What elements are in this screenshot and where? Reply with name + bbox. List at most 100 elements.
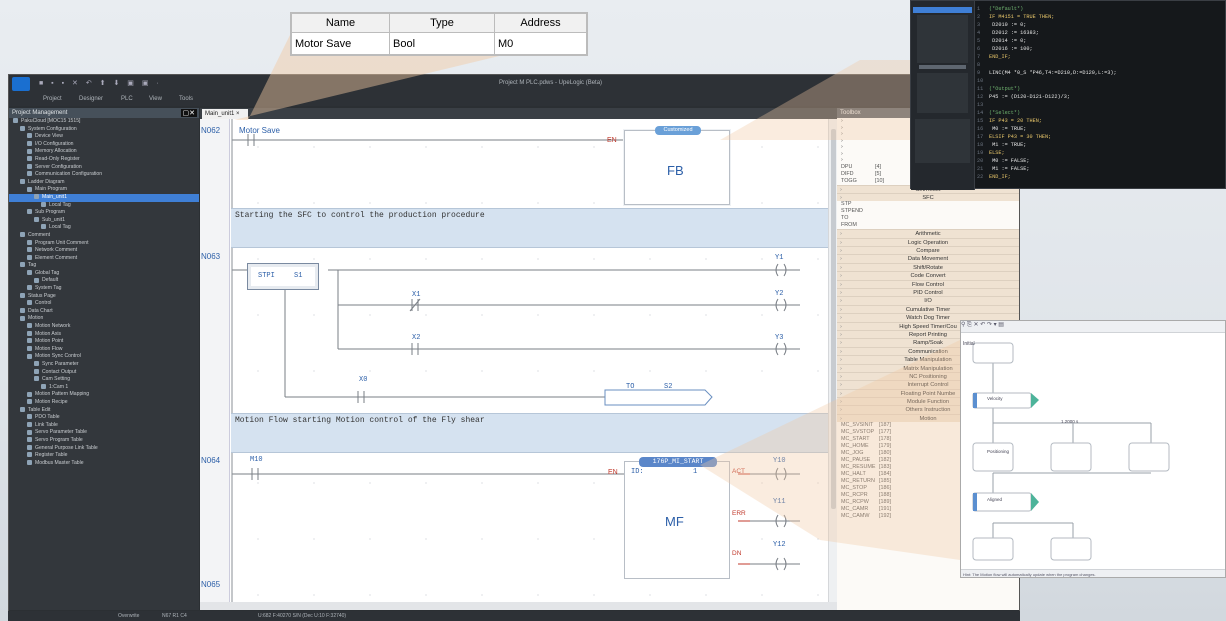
project-tree-item[interactable]: Local Tag [9, 224, 199, 232]
project-tree-item[interactable]: Ladder Diagram [9, 179, 199, 187]
contact-label-motor-save[interactable]: Motor Save [239, 126, 280, 135]
contact-label-x0[interactable]: X0 [359, 376, 367, 384]
project-tree-item[interactable]: Memory Allocation [9, 148, 199, 156]
panel-close-icon[interactable]: ▢✕ [180, 109, 197, 117]
coil-label-y10[interactable]: Y10 [773, 457, 786, 465]
project-tree-item[interactable]: Link Table [9, 422, 199, 430]
project-tree-item[interactable]: 1:Cam 1 [9, 384, 199, 392]
quick-access-toolbar[interactable]: ■ ▪ ▪ ✕ ↶ ⬆ ⬇ ▣ ▣ · [39, 79, 162, 87]
project-tree-item[interactable]: Sub Program [9, 209, 199, 217]
mf-block[interactable]: 176P_MI_START ID: 1 MF [624, 457, 730, 579]
toolbox-sfc-instruction[interactable]: TO [837, 215, 1019, 222]
toolbox-sfc-instruction[interactable]: STP [837, 201, 1019, 208]
tag-address-cell[interactable]: M0 [494, 32, 587, 55]
tag-name-cell[interactable]: Motor Save [291, 32, 390, 55]
instruction-name: MC_HALT [841, 471, 866, 478]
coil-label-y3[interactable]: Y3 [775, 334, 783, 342]
project-tree-item[interactable]: PDO Table [9, 414, 199, 422]
project-tree-item[interactable]: Server Configuration [9, 164, 199, 172]
project-tree-item[interactable]: Main Program [9, 186, 199, 194]
coil-label-y2[interactable]: Y2 [775, 290, 783, 298]
table-row[interactable]: Motor Save Bool M0 [291, 32, 587, 55]
toolbox-category[interactable]: I/O [837, 296, 1019, 306]
project-tree-item[interactable]: Motion Pattern Mapping [9, 391, 199, 399]
project-tree-item[interactable]: System Configuration [9, 126, 199, 134]
project-tree-item[interactable]: Motion Flow [9, 346, 199, 354]
s2-label[interactable]: S2 [664, 383, 672, 391]
menu-designer[interactable]: Designer [79, 96, 103, 102]
sfc-stpi-block[interactable]: STPI S1 [247, 263, 319, 290]
menu-project[interactable]: Project [43, 96, 62, 102]
project-tree-item[interactable]: Sync Parameter [9, 361, 199, 369]
tab-main-unit1[interactable]: Main_unit1 × [202, 109, 248, 119]
project-tree-item[interactable]: Motion Sync Control [9, 353, 199, 361]
project-tree-item[interactable]: Network Comment [9, 247, 199, 255]
toolbox-category[interactable]: Shift/Rotate [837, 262, 1019, 273]
network-comment-1[interactable]: Starting the SFC to control the producti… [231, 208, 828, 248]
project-tree-item[interactable]: Motion Network [9, 323, 199, 331]
code-editor[interactable]: 1 (*Default*) 2 IF M4151 = TRUE THEN; 3 D201… [977, 5, 1225, 181]
project-tree-item[interactable]: Servo Program Table [9, 437, 199, 445]
toolbox-category[interactable]: Data Movement [837, 254, 1019, 264]
editor-horizontal-scrollbar[interactable] [200, 602, 837, 610]
project-tree-item[interactable]: Sub_unit1 [9, 217, 199, 225]
project-tree-item[interactable]: Read-Only Register [9, 156, 199, 164]
project-tree-item[interactable]: Modbus Master Table [9, 460, 199, 468]
menu-plc[interactable]: PLC [121, 96, 133, 102]
project-tree-item[interactable]: Local Tag [9, 202, 199, 210]
scroll-thumb[interactable] [831, 129, 836, 509]
project-tree-item[interactable]: PakuCloud [MOC15 1515] [9, 118, 199, 126]
toolbox-sfc-instruction[interactable]: STPEND [837, 208, 1019, 215]
toolbox-category[interactable]: Cumulative Timer [837, 304, 1019, 315]
project-tree-item[interactable]: Global Tag [9, 270, 199, 278]
project-tree-item[interactable]: I/O Configuration [9, 141, 199, 149]
coil-label-y1[interactable]: Y1 [775, 254, 783, 262]
project-tree-item[interactable]: Communication Configuration [9, 171, 199, 179]
project-tree-item[interactable]: Motion [9, 315, 199, 323]
project-tree-item[interactable]: General Purpose Link Table [9, 445, 199, 453]
project-tree-item[interactable]: Status Page [9, 293, 199, 301]
project-tree-item[interactable]: Program Unit Comment [9, 240, 199, 248]
project-tree-item[interactable]: Device View [9, 133, 199, 141]
toolbox-sfc-instruction[interactable]: FROM [837, 222, 1019, 229]
toolbox-category[interactable]: PID Control [837, 288, 1019, 298]
project-tree-item[interactable]: Data Chart [9, 308, 199, 316]
coil-label-y12[interactable]: Y12 [773, 541, 786, 549]
project-tree-item[interactable]: System Tag [9, 285, 199, 293]
menu-view[interactable]: View [149, 96, 162, 102]
project-tree-item[interactable]: Default [9, 277, 199, 285]
tag-type-cell[interactable]: Bool [389, 32, 495, 55]
ladder-editor[interactable] [200, 119, 837, 602]
menu-tools[interactable]: Tools [179, 96, 193, 102]
network-comment-2[interactable]: Motion Flow starting Motion control of t… [231, 413, 828, 453]
toolbox-category[interactable]: Code Convert [837, 271, 1019, 281]
coil-label-y11[interactable]: Y11 [773, 498, 786, 506]
editor-vertical-scrollbar[interactable] [828, 119, 837, 602]
project-tree-item[interactable]: Servo Parameter Table [9, 429, 199, 437]
toolbox-category[interactable]: Flow Control [837, 279, 1019, 289]
project-tree-item[interactable]: Tag [9, 262, 199, 270]
toolbox-category[interactable]: Logic Operation [837, 237, 1019, 248]
ladder-canvas[interactable] [230, 119, 828, 602]
contact-label-m10[interactable]: M10 [250, 456, 263, 464]
project-tree-item[interactable]: Motion Point [9, 338, 199, 346]
fb-block[interactable]: Customized FB [624, 126, 730, 205]
project-tree-item[interactable]: Contact Output [9, 369, 199, 377]
toolbox-category[interactable]: Arithmetic [837, 229, 1019, 239]
tree-node-icon [27, 133, 32, 139]
sfc-toolbar[interactable]: ⚲ ⎘ ✕ ↶ ↷ ▾ ▤ [961, 321, 1225, 333]
project-tree-item[interactable]: Motion Axis [9, 331, 199, 339]
project-tree-item[interactable]: Control [9, 300, 199, 308]
project-tree-item[interactable]: Main_unit1 [9, 193, 199, 202]
project-tree-item[interactable]: Register Table [9, 452, 199, 460]
project-tree-item[interactable]: Comment [9, 232, 199, 240]
toolbox-category-sfc[interactable]: SFC [837, 192, 1019, 203]
contact-label-x2[interactable]: X2 [412, 334, 420, 342]
project-tree-item[interactable]: Motion Recipe [9, 399, 199, 407]
project-tree-item[interactable]: Cam Setting [9, 376, 199, 384]
project-tree-item[interactable]: Table Edit [9, 407, 199, 415]
project-tree-item[interactable]: Element Comment [9, 255, 199, 263]
to-label[interactable]: TO [626, 383, 634, 391]
contact-label-x1[interactable]: X1 [412, 291, 420, 299]
toolbox-category[interactable]: Compare [837, 246, 1019, 256]
